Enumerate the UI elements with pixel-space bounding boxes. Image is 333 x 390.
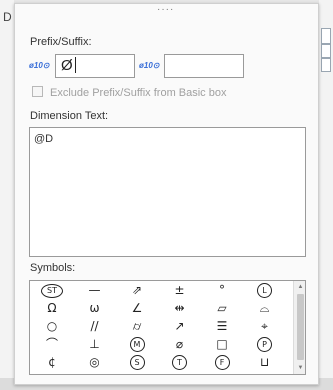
symbol-button[interactable]: ⌭	[117, 318, 157, 334]
prefix-input[interactable]: Ø	[55, 54, 135, 78]
symbols-label: Symbols:	[30, 262, 76, 274]
scrollbar-thumb[interactable]	[297, 294, 304, 360]
symbol-button[interactable]: ⌒	[32, 336, 72, 352]
exclude-label: Exclude Prefix/Suffix from Basic box	[50, 87, 227, 99]
symbol-button[interactable]: L	[245, 282, 285, 298]
symbol-button[interactable]: ⌓	[245, 300, 285, 316]
symbol-button[interactable]: Ω	[32, 300, 72, 316]
symbol-button[interactable]: S	[117, 354, 157, 370]
symbol-label: S	[129, 355, 145, 370]
symbol-button[interactable]: F	[202, 354, 242, 370]
symbol-button[interactable]: P	[245, 336, 285, 352]
suffix-input[interactable]	[164, 54, 244, 78]
symbol-button[interactable]: ⇗	[117, 282, 157, 298]
symbol-button[interactable]: ○	[32, 318, 72, 334]
symbol-label: ST	[41, 283, 63, 298]
symbol-button[interactable]: M	[117, 336, 157, 352]
symbol-button[interactable]: ⊥	[75, 336, 115, 352]
symbol-button[interactable]: —	[75, 282, 115, 298]
symbol-button[interactable]: ◎	[75, 354, 115, 370]
suffix-toggle-button[interactable]: ø10⊙	[139, 60, 160, 72]
background-app-left: D	[0, 0, 14, 390]
prefix-value: Ø	[61, 57, 73, 74]
exclude-prefix-suffix-option: Exclude Prefix/Suffix from Basic box	[32, 86, 226, 99]
background-app-right	[319, 0, 333, 390]
symbol-button[interactable]: ↗	[160, 318, 200, 334]
symbol-label: L	[257, 283, 272, 298]
symbol-button[interactable]: ¢	[32, 354, 72, 370]
symbols-scrollbar[interactable]: ▲ ▼	[293, 281, 305, 374]
background-fragment	[321, 44, 331, 58]
dimension-text-area[interactable]: @D	[29, 127, 306, 257]
symbol-button[interactable]: ⌖	[245, 318, 285, 334]
diameter-toggle-icon: ø10⊙	[139, 61, 160, 70]
symbol-button[interactable]: ±	[160, 282, 200, 298]
scroll-up-arrow-icon[interactable]: ▲	[294, 282, 305, 292]
symbol-label: F	[214, 355, 230, 370]
symbol-button[interactable]: °	[202, 282, 242, 298]
symbols-palette: ST — ⇗ ± ° L Ωω ∠ ⇹ ▱ ⌓ ○//⌭ ↗ ☰ ⌖ ⌒ ⊥ M ⌀ □ P ¢ ◎ S T F ⊔ ▲ ▼	[29, 280, 306, 375]
prefix-toggle-button[interactable]: ø10⊙	[29, 60, 50, 72]
symbol-button[interactable]: □	[202, 336, 242, 352]
diameter-toggle-icon: ø10⊙	[29, 61, 50, 70]
dimension-text-panel: ···· Prefix/Suffix: ø10⊙ Ø ø10⊙ Exclude …	[14, 3, 319, 385]
symbol-button[interactable]: ⇹	[160, 300, 200, 316]
scroll-down-arrow-icon[interactable]: ▼	[294, 363, 305, 373]
symbol-label: P	[257, 337, 272, 352]
symbol-label: M	[129, 337, 145, 352]
drag-grip[interactable]: ····	[157, 5, 174, 15]
dimension-text-value: @D	[34, 133, 54, 145]
background-fragment	[321, 58, 331, 72]
symbol-button[interactable]: ω	[75, 300, 115, 316]
symbol-button[interactable]: ☰	[202, 318, 242, 334]
background-fragment	[321, 28, 331, 44]
prefix-suffix-label: Prefix/Suffix:	[30, 36, 92, 48]
text-caret	[74, 57, 76, 73]
symbol-button[interactable]: ▱	[202, 300, 242, 316]
symbol-button[interactable]: //	[75, 318, 115, 334]
symbol-button[interactable]: ST	[32, 282, 72, 298]
dimension-text-label: Dimension Text:	[30, 110, 109, 122]
symbol-button[interactable]: ⊔	[245, 354, 285, 370]
symbol-button[interactable]: T	[160, 354, 200, 370]
symbol-button[interactable]: ⌀	[160, 336, 200, 352]
exclude-checkbox	[32, 86, 43, 97]
background-app-label: D	[3, 10, 12, 24]
symbol-label: T	[172, 355, 187, 370]
symbol-button[interactable]: ∠	[117, 300, 157, 316]
